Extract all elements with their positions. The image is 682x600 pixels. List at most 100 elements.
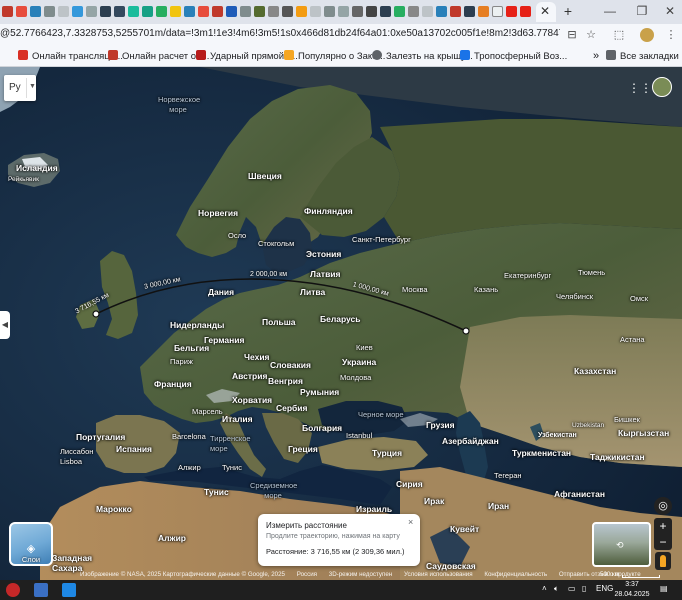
map-label: Болгария <box>302 423 343 433</box>
tab-favicon[interactable] <box>184 6 195 17</box>
pegman-icon[interactable] <box>655 552 671 570</box>
tab-favicon[interactable] <box>2 6 13 17</box>
map-label: Норвежское море <box>158 95 201 114</box>
tab-favicon[interactable] <box>478 6 489 17</box>
map-label: Санкт-Петербург <box>352 235 411 244</box>
footer-link[interactable]: Конфиденциальность <box>484 571 547 578</box>
clock[interactable]: 3:37 28.04.2025 <box>614 580 650 600</box>
new-tab-button[interactable]: + <box>560 3 576 19</box>
tab-favicon[interactable] <box>44 6 55 17</box>
tab-favicon[interactable] <box>324 6 335 17</box>
tab-favicon[interactable] <box>394 6 405 17</box>
app-store-icon[interactable] <box>34 583 48 597</box>
url-input[interactable]: @52.7766423,7.3328753,5255701m/data=!3m1… <box>0 28 560 39</box>
tab-favicon[interactable] <box>268 6 279 17</box>
map-label: Туркменистан <box>512 448 572 458</box>
map-label: Финляндия <box>304 206 353 216</box>
tab-favicon[interactable] <box>128 6 139 17</box>
tab-favicon[interactable] <box>226 6 237 17</box>
tab-favicon[interactable] <box>58 6 69 17</box>
tab-favicon[interactable] <box>464 6 475 17</box>
bookmark-item[interactable]: Ударный прямой т... <box>196 49 298 64</box>
tab-favicon[interactable] <box>240 6 251 17</box>
collapse-panel-button[interactable]: ◀ <box>0 311 10 339</box>
tab-favicon[interactable] <box>114 6 125 17</box>
close-window-icon[interactable]: ✕ <box>662 3 678 19</box>
menu-kebab-icon[interactable]: ⋮ <box>664 28 678 42</box>
tab-favicon[interactable] <box>436 6 447 17</box>
tab-favicon[interactable] <box>520 6 531 17</box>
minimize-icon[interactable]: — <box>602 3 618 19</box>
map-label: Тунис <box>222 463 242 472</box>
tab-favicon[interactable] <box>352 6 363 17</box>
extensions-icon[interactable]: ⬚ <box>612 28 626 42</box>
map-label: Латвия <box>310 269 341 279</box>
battery-icon[interactable]: ▯ <box>582 584 586 593</box>
avatar[interactable] <box>652 77 672 97</box>
scale-bar <box>622 575 660 578</box>
map-label: Хорватия <box>232 395 273 405</box>
tab-favicon[interactable] <box>30 6 41 17</box>
tab-favicon[interactable] <box>492 6 503 17</box>
notifications-icon[interactable]: ▤ <box>660 584 668 593</box>
zoom-in-button[interactable]: + <box>654 518 672 534</box>
tab-favicon[interactable] <box>100 6 111 17</box>
layers-button[interactable]: ◈ Слои <box>9 522 53 566</box>
satellite-map[interactable]: Норвежское море Исландия Рейкьявик Швеци… <box>0 67 682 580</box>
tab-favicon[interactable] <box>142 6 153 17</box>
my-location-icon[interactable]: ◎ <box>654 497 672 515</box>
tab-favicon[interactable] <box>422 6 433 17</box>
tab-favicon[interactable] <box>366 6 377 17</box>
input-language[interactable]: ENG <box>596 584 613 593</box>
map-label: Иран <box>488 501 510 511</box>
map-label: Астана <box>620 335 645 344</box>
more-bookmarks-button[interactable]: » <box>593 49 599 64</box>
tab-favicon[interactable] <box>16 6 27 17</box>
zoom-out-button[interactable]: − <box>654 534 672 550</box>
tab-favicon[interactable] <box>86 6 97 17</box>
tab-favicon[interactable] <box>72 6 83 17</box>
bookmark-item[interactable]: Тропосферный Воз... <box>460 49 567 64</box>
footer-link[interactable]: Россия <box>297 571 317 578</box>
tab-favicon[interactable] <box>156 6 167 17</box>
apps-grid-icon[interactable]: ⋮⋮ <box>628 81 652 95</box>
close-icon[interactable]: × <box>408 517 413 527</box>
install-app-icon[interactable]: ⊟ <box>565 28 579 42</box>
tab-favicon[interactable] <box>254 6 265 17</box>
tab-favicon[interactable] <box>338 6 349 17</box>
street-view-preview[interactable]: ⟲ <box>592 522 651 567</box>
tab-favicon[interactable] <box>450 6 461 17</box>
map-label: Италия <box>222 414 253 424</box>
tab-favicon[interactable] <box>380 6 391 17</box>
profile-icon[interactable] <box>640 28 654 42</box>
app-blue-icon[interactable] <box>62 583 76 597</box>
bookmark-favicon-icon <box>460 50 470 60</box>
volume-icon[interactable]: 🔈︎ <box>554 584 559 594</box>
bookmark-item[interactable]: Популярно о Зако... <box>284 49 385 64</box>
maximize-icon[interactable]: ❐ <box>634 3 650 19</box>
footer-link[interactable]: Условия использования <box>404 571 473 578</box>
bookmark-item[interactable]: Онлайн расчет об... <box>108 49 209 64</box>
tab-favicon[interactable] <box>282 6 293 17</box>
network-icon[interactable]: ▭ <box>568 584 576 593</box>
language-select[interactable]: Ру ▼ <box>4 75 36 101</box>
bookmark-item[interactable]: Залезть на крышу... <box>372 49 473 64</box>
scale-label[interactable]: 500 км <box>600 569 619 580</box>
bookmark-star-icon[interactable]: ☆ <box>584 28 598 42</box>
tab-favicon[interactable] <box>170 6 181 17</box>
tray-chevron-icon[interactable]: ˄ <box>542 584 547 593</box>
tab-favicon[interactable] <box>408 6 419 17</box>
app-red-icon[interactable] <box>6 583 20 597</box>
globe-icon <box>372 50 382 60</box>
tab-favicon[interactable] <box>506 6 517 17</box>
tab-favicon[interactable] <box>212 6 223 17</box>
tab-favicon[interactable] <box>310 6 321 17</box>
footer-link[interactable]: 3D-режим недоступен <box>329 571 392 578</box>
tab-close-icon[interactable]: ✕ <box>538 3 552 19</box>
map-label: Марсель <box>192 407 223 416</box>
tab-favicon[interactable] <box>198 6 209 17</box>
all-bookmarks-button[interactable]: Все закладки <box>606 49 679 64</box>
layers-icon: ◈ <box>26 543 36 555</box>
tab-favicon[interactable] <box>296 6 307 17</box>
map-label: Португалия <box>76 432 126 442</box>
